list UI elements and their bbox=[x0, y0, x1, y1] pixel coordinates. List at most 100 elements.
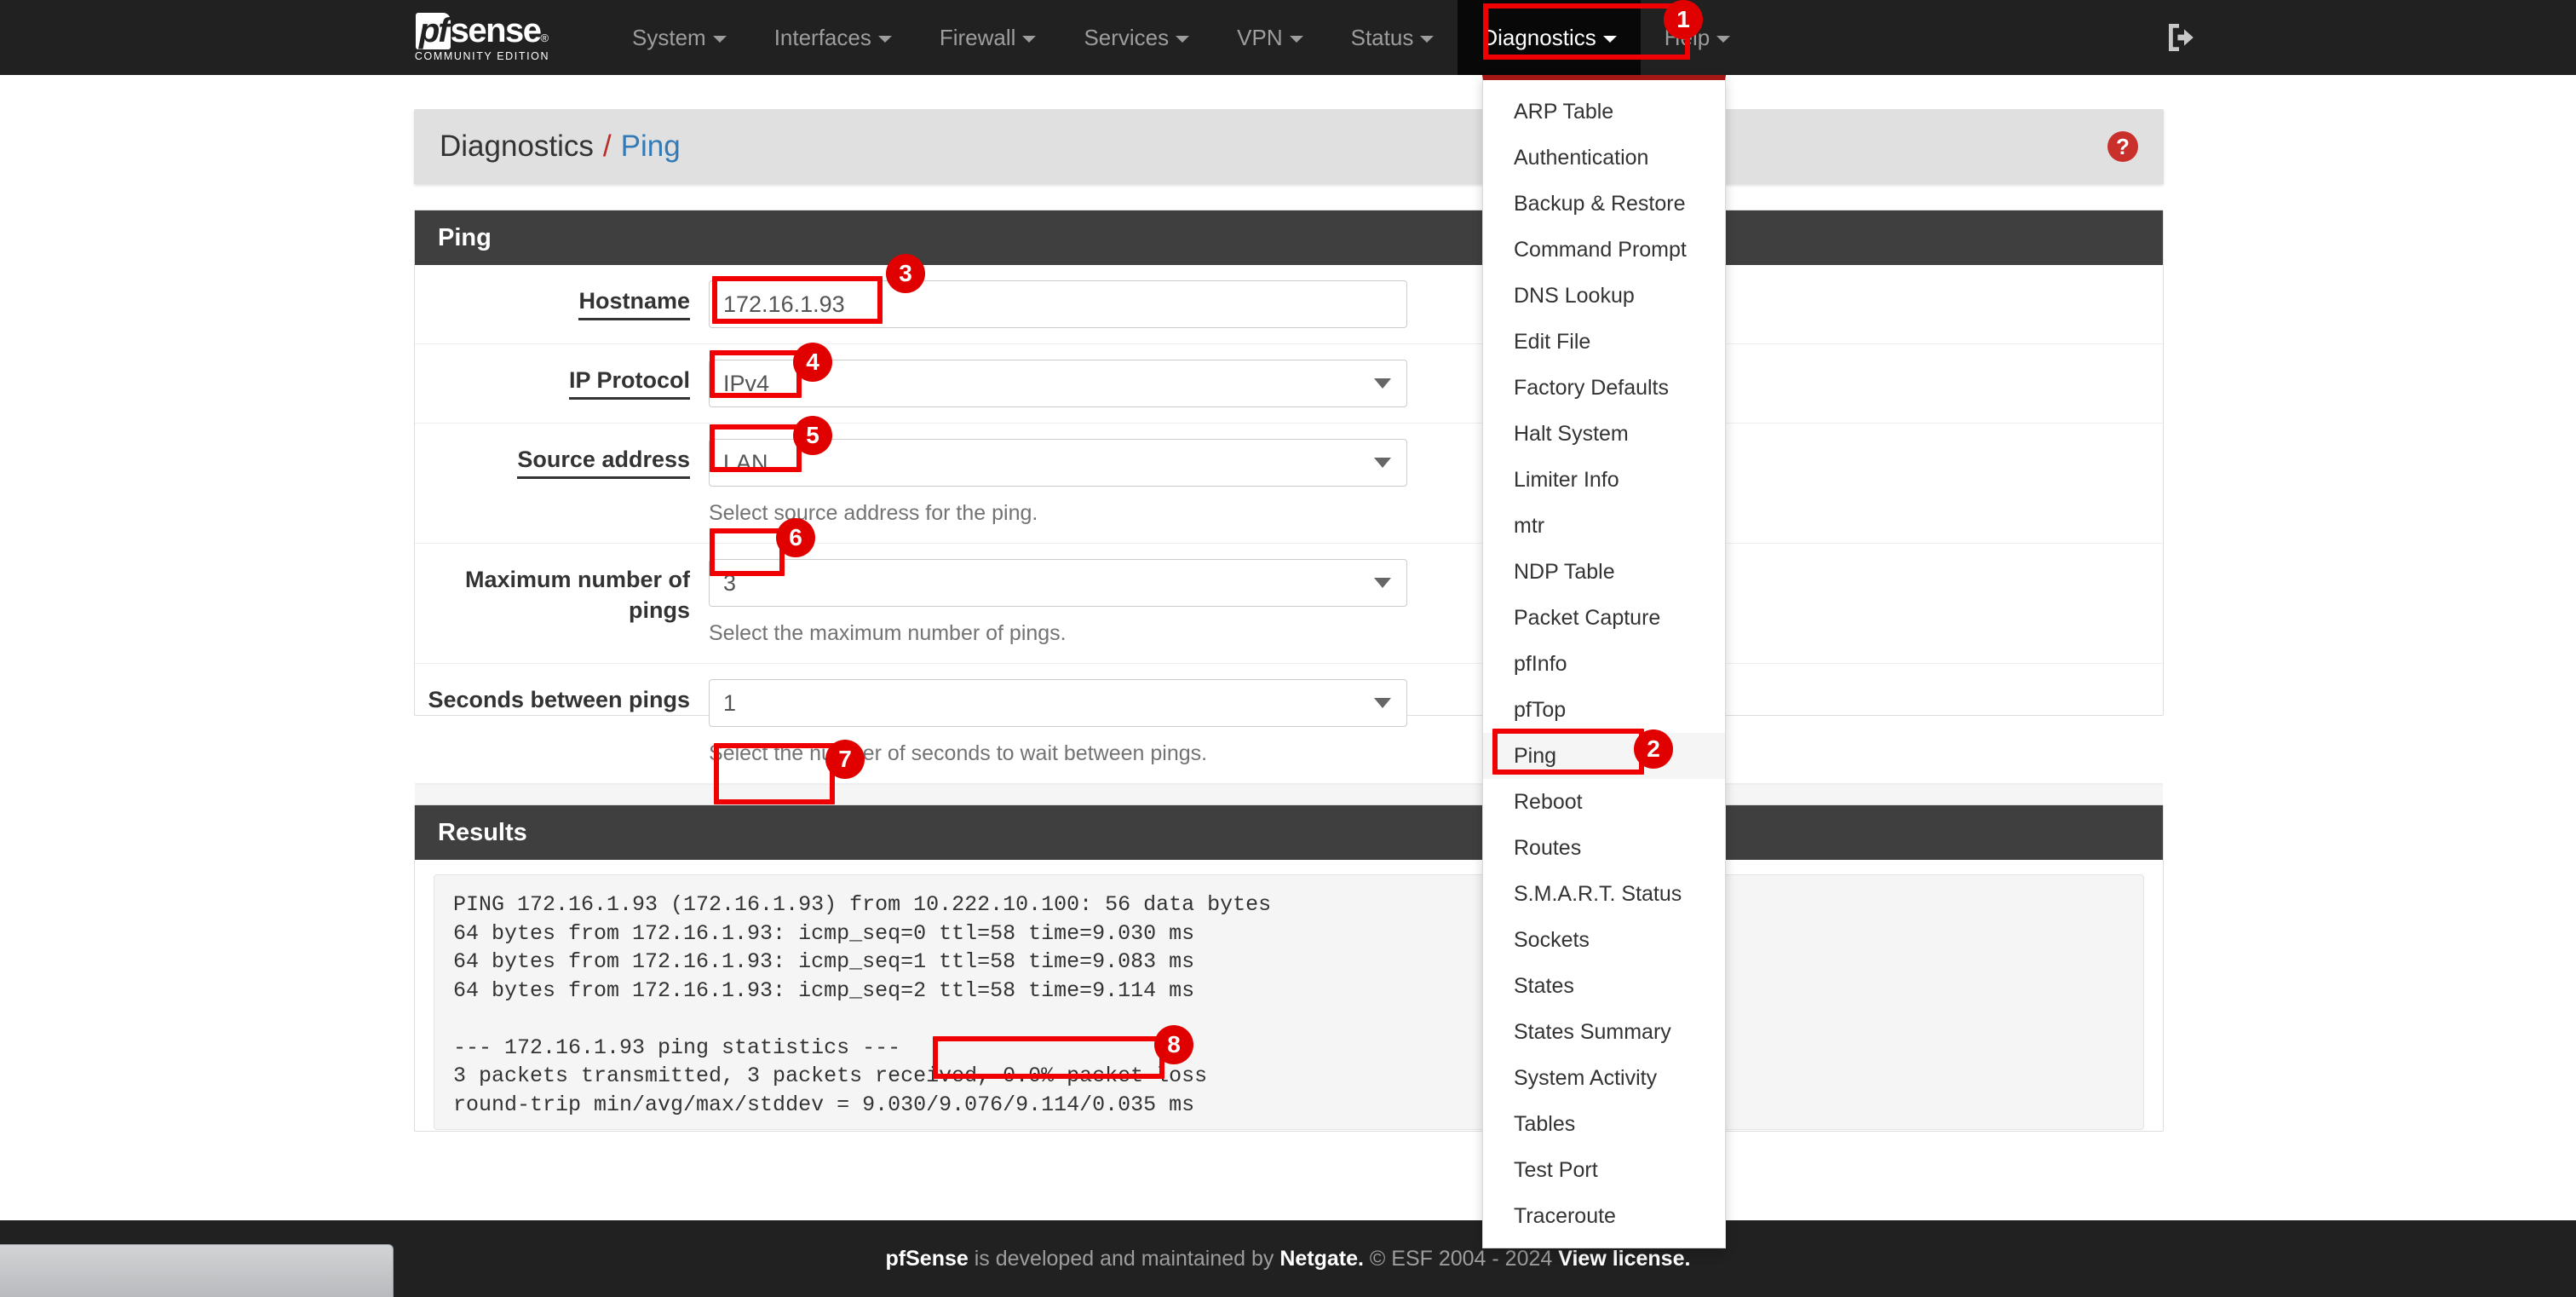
nav-label: System bbox=[632, 25, 706, 50]
brand-subtitle: COMMUNITY EDITION bbox=[414, 50, 550, 62]
help-source-address: Select source address for the ping. bbox=[709, 501, 1038, 525]
menu-item-routes[interactable]: Routes bbox=[1483, 825, 1725, 871]
nav-label: Status bbox=[1350, 25, 1414, 50]
seconds-between-pings-select[interactable]: 1 bbox=[709, 679, 1407, 727]
menu-item-states-summary[interactable]: States Summary bbox=[1483, 1009, 1725, 1055]
footer-brand: pfSense bbox=[885, 1246, 969, 1271]
menu-item-states[interactable]: States bbox=[1483, 963, 1725, 1009]
form-row-max-pings: Maximum number of pings 3 Select the max… bbox=[415, 544, 2163, 664]
nav-item-system[interactable]: System bbox=[608, 0, 750, 75]
nav-label: VPN bbox=[1237, 25, 1283, 50]
chevron-down-icon bbox=[1289, 36, 1303, 43]
footer-mid: is developed and maintained by bbox=[968, 1246, 1280, 1271]
menu-item-edit-file[interactable]: Edit File bbox=[1483, 319, 1725, 365]
chevron-down-icon bbox=[1420, 36, 1435, 43]
menu-item-ndp-table[interactable]: NDP Table bbox=[1483, 549, 1725, 595]
menu-item-traceroute[interactable]: Traceroute bbox=[1483, 1193, 1725, 1239]
ip-protocol-select[interactable]: IPv4 bbox=[709, 360, 1407, 407]
breadcrumb: Diagnostics / Ping bbox=[440, 130, 681, 164]
menu-item-backup-restore[interactable]: Backup & Restore bbox=[1483, 181, 1725, 227]
pfsense-logo[interactable]: pf sense ® COMMUNITY EDITION bbox=[399, 8, 566, 67]
label-seconds-between-pings: Seconds between pings bbox=[428, 687, 690, 712]
menu-item-authentication[interactable]: Authentication bbox=[1483, 135, 1725, 181]
source-address-value: LAN bbox=[723, 450, 768, 476]
logout-glyph bbox=[2169, 24, 2194, 51]
menu-item-test-port[interactable]: Test Port bbox=[1483, 1147, 1725, 1193]
menu-item-packet-capture[interactable]: Packet Capture bbox=[1483, 595, 1725, 641]
menu-item-mtr[interactable]: mtr bbox=[1483, 503, 1725, 549]
menu-item-dns-lookup[interactable]: DNS Lookup bbox=[1483, 273, 1725, 319]
menu-item-command-prompt[interactable]: Command Prompt bbox=[1483, 227, 1725, 273]
chevron-down-icon bbox=[1374, 578, 1391, 588]
breadcrumb-root[interactable]: Diagnostics bbox=[440, 130, 594, 164]
label-hostname: Hostname bbox=[415, 265, 709, 343]
nav-item-services[interactable]: Services bbox=[1060, 0, 1213, 75]
chevron-down-icon bbox=[712, 36, 727, 43]
ping-output-text: PING 172.16.1.93 (172.16.1.93) from 10.2… bbox=[434, 874, 2144, 1130]
top-navbar: pf sense ® COMMUNITY EDITION System Inte… bbox=[0, 0, 2576, 75]
browser-download-bar[interactable] bbox=[0, 1244, 394, 1297]
menu-item-smart-status[interactable]: S.M.A.R.T. Status bbox=[1483, 871, 1725, 917]
footer-copyright: © ESF 2004 - 2024 bbox=[1363, 1246, 1559, 1271]
menu-item-tables[interactable]: Tables bbox=[1483, 1101, 1725, 1147]
chevron-down-icon bbox=[877, 36, 892, 43]
brand-sense-text: sense bbox=[450, 12, 542, 49]
nav-label: Services bbox=[1084, 25, 1170, 50]
ping-panel-title: Ping bbox=[415, 210, 2163, 265]
footer-license-link[interactable]: View license. bbox=[1558, 1247, 1690, 1271]
nav-label: Firewall bbox=[939, 25, 1016, 50]
label-source-address: Source address bbox=[415, 424, 709, 543]
nav-label: Diagnostics bbox=[1481, 25, 1596, 50]
nav-item-interfaces[interactable]: Interfaces bbox=[750, 0, 916, 75]
chevron-down-icon bbox=[1374, 458, 1391, 468]
nav-label: Help bbox=[1664, 25, 1711, 50]
breadcrumb-current[interactable]: Ping bbox=[621, 130, 681, 164]
seconds-between-pings-value: 1 bbox=[723, 690, 737, 716]
chevron-down-icon bbox=[1176, 36, 1190, 43]
help-icon[interactable]: ? bbox=[2107, 131, 2138, 162]
chevron-down-icon bbox=[1716, 36, 1731, 43]
chevron-down-icon bbox=[1602, 36, 1617, 43]
nav-item-vpn[interactable]: VPN bbox=[1213, 0, 1326, 75]
menu-item-pfinfo[interactable]: pfInfo bbox=[1483, 641, 1725, 687]
menu-item-reboot[interactable]: Reboot bbox=[1483, 779, 1725, 825]
primary-nav: System Interfaces Firewall Services VPN … bbox=[608, 0, 1754, 75]
nav-item-diagnostics[interactable]: Diagnostics bbox=[1458, 0, 1641, 75]
form-row-ip-protocol: IP Protocol IPv4 bbox=[415, 344, 2163, 424]
menu-item-pftop[interactable]: pfTop bbox=[1483, 687, 1725, 733]
menu-item-factory-defaults[interactable]: Factory Defaults bbox=[1483, 365, 1725, 411]
max-pings-value: 3 bbox=[723, 570, 737, 596]
footer-company[interactable]: Netgate. bbox=[1279, 1247, 1364, 1271]
breadcrumb-separator: / bbox=[602, 130, 612, 163]
ping-form-panel: Ping Hostname 172.16.1.93 IP Protocol IP… bbox=[414, 210, 2164, 879]
nav-item-firewall[interactable]: Firewall bbox=[916, 0, 1061, 75]
menu-item-sockets[interactable]: Sockets bbox=[1483, 917, 1725, 963]
form-row-hostname: Hostname 172.16.1.93 bbox=[415, 265, 2163, 344]
chevron-down-icon bbox=[1374, 378, 1391, 389]
max-pings-select[interactable]: 3 bbox=[709, 559, 1407, 607]
menu-item-system-activity[interactable]: System Activity bbox=[1483, 1055, 1725, 1101]
ip-protocol-value: IPv4 bbox=[723, 371, 770, 396]
menu-item-halt-system[interactable]: Halt System bbox=[1483, 411, 1725, 457]
menu-item-arp-table[interactable]: ARP Table bbox=[1483, 89, 1725, 135]
label-ip-protocol: IP Protocol bbox=[415, 344, 709, 423]
brand-registered-mark: ® bbox=[540, 32, 549, 44]
footer-text: pfSense is developed and maintained by N… bbox=[886, 1247, 1691, 1271]
chevron-down-icon bbox=[1022, 36, 1037, 43]
source-address-select[interactable]: LAN bbox=[709, 439, 1407, 487]
form-row-seconds-between: Seconds between pings 1 Select the numbe… bbox=[415, 664, 2163, 784]
help-seconds-between-pings: Select the number of seconds to wait bet… bbox=[709, 741, 1208, 765]
brand-logo-mark: pf sense ® bbox=[415, 12, 549, 49]
logout-icon[interactable] bbox=[2162, 17, 2203, 58]
nav-label: Interfaces bbox=[773, 25, 871, 50]
menu-item-limiter-info[interactable]: Limiter Info bbox=[1483, 457, 1725, 503]
breadcrumb-bar: Diagnostics / Ping ? bbox=[414, 109, 2164, 184]
nav-item-help[interactable]: Help bbox=[1641, 0, 1754, 75]
results-panel: Results PING 172.16.1.93 (172.16.1.93) f… bbox=[414, 804, 2164, 1132]
label-max-pings: Maximum number of pings bbox=[464, 567, 690, 623]
form-row-source-address: Source address LAN Select source address… bbox=[415, 424, 2163, 544]
nav-item-status[interactable]: Status bbox=[1327, 0, 1458, 75]
hostname-input[interactable]: 172.16.1.93 bbox=[709, 280, 1407, 328]
menu-item-ping[interactable]: Ping bbox=[1483, 733, 1725, 779]
diagnostics-dropdown-menu: ARP Table Authentication Backup & Restor… bbox=[1482, 75, 1726, 1248]
